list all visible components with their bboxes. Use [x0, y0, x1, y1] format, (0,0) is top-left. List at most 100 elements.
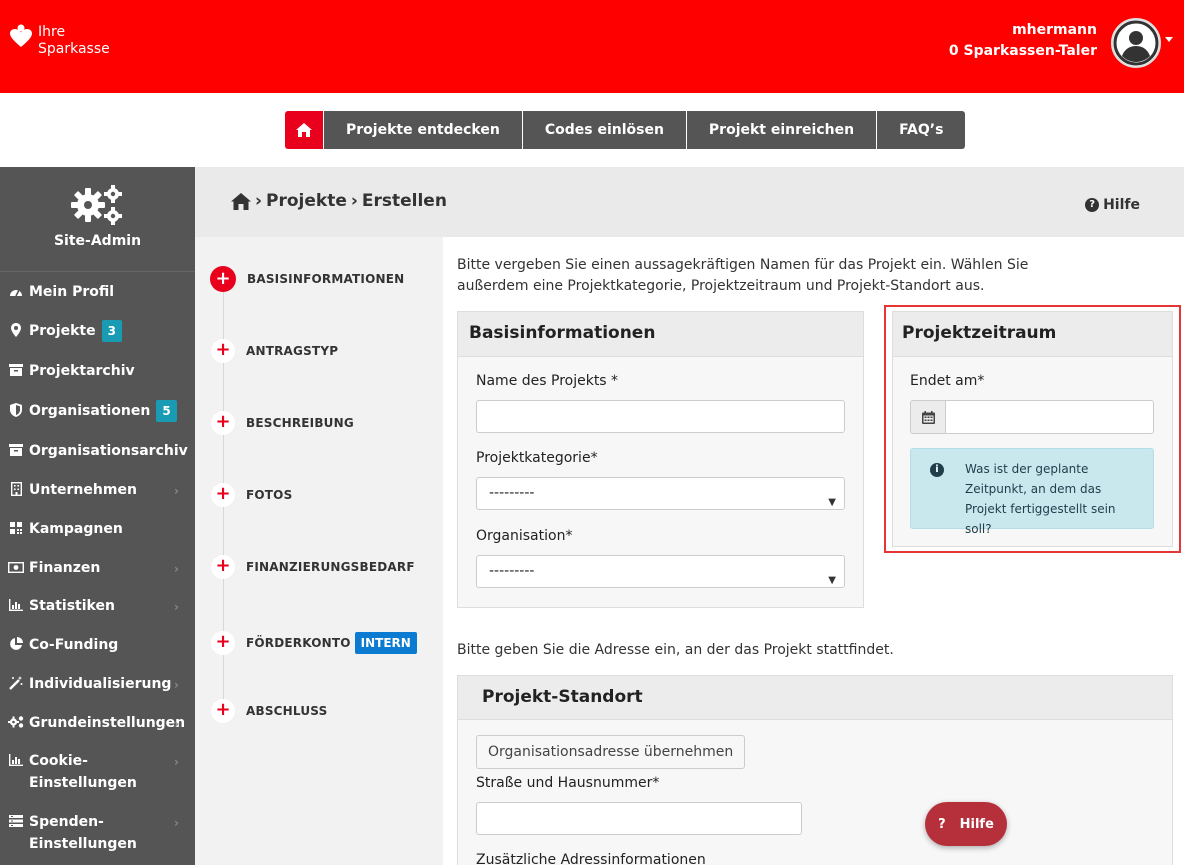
step-label: FÖRDERKONTO	[246, 636, 351, 650]
sidebar-item-label: Kampagnen	[29, 521, 123, 537]
plus-icon: +	[211, 699, 235, 723]
floating-help-label: Hilfe	[959, 816, 994, 832]
sidebar-item-label: Projekte	[29, 323, 96, 339]
sidebar-item-label: Unternehmen	[29, 482, 137, 498]
sidebar-item-label: Projektarchiv	[29, 363, 135, 379]
nav-projekte-entdecken[interactable]: Projekte entdecken	[323, 111, 522, 149]
gears-icon	[70, 185, 122, 225]
breadcrumb-bar: › Projekte › Erstellen ? Hilfe	[195, 167, 1184, 237]
step-foerderkonto[interactable]: + FÖRDERKONTO INTERN	[211, 631, 417, 655]
project-name-input[interactable]	[476, 400, 845, 433]
step-basisinformationen[interactable]: + BASISINFORMATIONEN	[210, 266, 404, 292]
shield-icon	[7, 400, 25, 420]
address-intro-text: Bitte geben Sie die Adresse ein, an der …	[457, 642, 894, 658]
organisationen-count-badge: 5	[156, 400, 177, 422]
sidebar-item-kampagnen[interactable]: Kampagnen	[0, 518, 123, 540]
help-link[interactable]: ? Hilfe	[1085, 197, 1140, 213]
intern-badge: INTERN	[354, 632, 417, 654]
chevron-right-icon: ›	[174, 600, 179, 614]
question-icon: ?	[938, 816, 946, 832]
step-finanzierungsbedarf[interactable]: + FINANZIERUNGSBEDARF	[211, 555, 415, 579]
step-fotos[interactable]: + FOTOS	[211, 483, 292, 507]
archive-icon	[7, 360, 25, 380]
step-label: ANTRAGSTYP	[246, 344, 339, 358]
ende-label: Endet am*	[910, 373, 985, 389]
strasse-label: Straße und Hausnummer*	[476, 775, 660, 791]
sidebar-item-spenden-einstellungen[interactable]: Spenden-Einstellungen ›	[0, 811, 195, 855]
sidebar-item-organisationen[interactable]: Organisationen 5	[0, 400, 177, 422]
kategorie-select[interactable]: --------- ▼	[476, 477, 845, 510]
question-circle-icon: ?	[1085, 198, 1100, 212]
plus-icon: +	[211, 555, 235, 579]
chevron-right-icon: ›	[174, 755, 179, 769]
chevron-right-icon: ›	[174, 562, 179, 576]
step-beschreibung[interactable]: + BESCHREIBUNG	[211, 411, 354, 435]
panel-projekt-standort: Projekt-Standort	[457, 675, 1173, 865]
organisation-select[interactable]: --------- ▼	[476, 555, 845, 588]
user-info[interactable]: mhermann 0 Sparkassen-Taler	[949, 20, 1097, 62]
sparkasse-logo[interactable]: Ihre Sparkasse	[10, 24, 110, 58]
chevron-right-icon: ›	[174, 717, 179, 731]
sidebar-item-individualisierung[interactable]: Individualisierung ›	[0, 673, 195, 695]
sidebar-item-unternehmen[interactable]: Unternehmen ›	[0, 479, 195, 501]
info-text: Was ist der geplante Zeitpunkt, an dem d…	[965, 462, 1116, 536]
dashboard-icon	[7, 281, 25, 301]
sparkasse-heart-icon	[10, 24, 32, 47]
sidebar-item-projekte[interactable]: Projekte 3	[0, 320, 122, 342]
sidebar-item-finanzen[interactable]: Finanzen ›	[0, 557, 195, 579]
breadcrumb-projekte[interactable]: Projekte	[266, 191, 347, 211]
step-abschluss[interactable]: + ABSCHLUSS	[211, 699, 327, 723]
nav-codes-einloesen[interactable]: Codes einlösen	[521, 111, 686, 149]
sidebar-item-statistiken[interactable]: Statistiken ›	[0, 595, 195, 617]
panel-title: Projekt-Standort	[458, 676, 1172, 720]
sidebar-item-projektarchiv[interactable]: Projektarchiv	[0, 360, 135, 382]
bar-chart-icon	[7, 750, 25, 770]
floating-help-button[interactable]: ? Hilfe	[925, 802, 1007, 846]
plus-icon: +	[210, 266, 236, 292]
organisationsadresse-button[interactable]: Organisationsadresse übernehmen	[476, 735, 746, 769]
admin-sidebar: Site-Admin Mein Profil Projekte 3 Projek…	[0, 167, 195, 865]
sidebar-item-label: Grundeinstellungen	[29, 715, 186, 731]
sidebar-item-label: Cookie-Einstellungen	[29, 753, 137, 791]
user-avatar-icon	[1113, 20, 1159, 66]
logo-line-2: Sparkasse	[38, 41, 110, 57]
plus-icon: +	[211, 411, 235, 435]
archive-icon	[7, 440, 25, 460]
sidebar-item-label: Finanzen	[29, 560, 101, 576]
calendar-button[interactable]	[910, 400, 946, 434]
avatar[interactable]	[1111, 18, 1161, 68]
sidebar-item-cookie-einstellungen[interactable]: Cookie-Einstellungen ›	[0, 750, 195, 794]
avatar-dropdown-caret-icon[interactable]	[1165, 37, 1173, 42]
sidebar-item-mein-profil[interactable]: Mein Profil	[0, 281, 114, 303]
sidebar-item-label: Co-Funding	[29, 637, 119, 653]
step-antragstyp[interactable]: + ANTRAGSTYP	[211, 339, 338, 363]
chevron-down-icon: ▼	[828, 575, 836, 586]
kategorie-select-value: ---------	[489, 485, 535, 501]
logo-line-1: Ihre	[38, 24, 66, 40]
end-date-input[interactable]	[945, 400, 1154, 434]
home-icon[interactable]	[231, 192, 251, 210]
sidebar-item-grundeinstellungen[interactable]: Grundeinstellungen ›	[0, 712, 195, 734]
nav-home-button[interactable]	[285, 111, 323, 149]
help-link-label: Hilfe	[1103, 197, 1140, 213]
nav-projekt-einreichen[interactable]: Projekt einreichen	[685, 111, 877, 149]
pie-chart-icon	[7, 634, 25, 654]
nav-faq[interactable]: FAQ’s	[876, 111, 966, 149]
panel-title: Basisinformationen	[458, 312, 863, 357]
step-label: BESCHREIBUNG	[246, 416, 354, 430]
site-admin-header[interactable]: Site-Admin	[0, 167, 195, 272]
chevron-down-icon: ▼	[828, 497, 836, 508]
step-label: FOTOS	[246, 488, 293, 502]
kategorie-label: Projektkategorie*	[476, 450, 598, 466]
sidebar-item-co-funding[interactable]: Co-Funding	[0, 634, 118, 656]
info-circle-icon: i	[930, 463, 944, 477]
sidebar-item-organisationsarchiv[interactable]: Organisationsarchiv	[0, 440, 188, 462]
step-label: ABSCHLUSS	[246, 704, 328, 718]
breadcrumb-separator: ›	[255, 191, 263, 211]
sidebar-item-label: Organisationsarchiv	[29, 443, 188, 459]
breadcrumb: › Projekte › Erstellen	[231, 191, 451, 211]
step-label: FINANZIERUNGSBEDARF	[246, 560, 415, 574]
strasse-input[interactable]	[476, 802, 802, 835]
chevron-right-icon: ›	[174, 484, 179, 498]
grid-icon	[7, 518, 25, 538]
